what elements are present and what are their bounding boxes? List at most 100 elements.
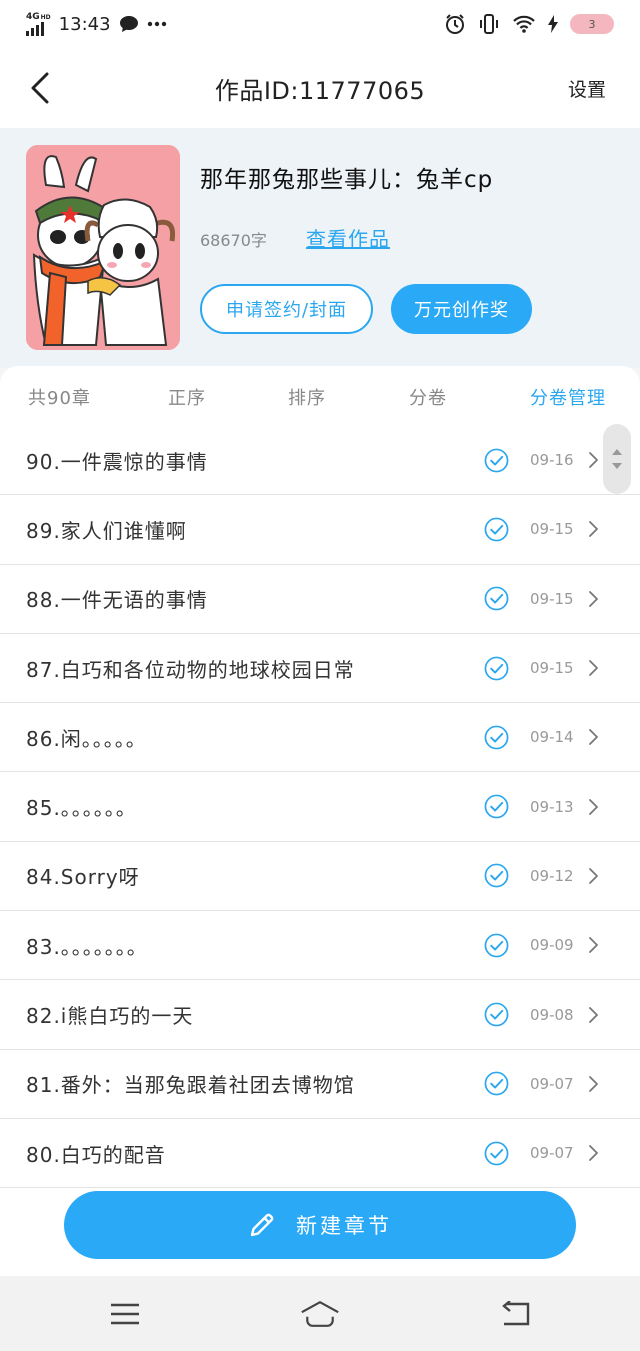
home-icon [301, 1301, 339, 1327]
chapter-list: 90.一件震惊的事情 09-16 89.家人们谁懂啊 09-15 88.一件无语的事情 0… [0, 426, 640, 1189]
chevron-right-icon [589, 1075, 598, 1092]
chapter-title: 80.白巧的配音 [26, 1142, 166, 1167]
system-nav-bar [0, 1276, 640, 1351]
chevron-right-icon [589, 452, 598, 469]
back-arrow-icon [31, 72, 49, 104]
tab-volume[interactable]: 分卷 [409, 384, 447, 410]
battery-level: 3 [588, 17, 596, 31]
chapter-row[interactable]: 86.闲。。。。。 09-14 [0, 703, 640, 773]
chapter-row[interactable]: 85.。。。。。。 09-13 [0, 772, 640, 842]
chapter-date: 09-08 [530, 1005, 574, 1024]
caret-up-icon [612, 449, 622, 455]
wifi-icon [513, 15, 535, 33]
chapter-row[interactable]: 84.Sorry呀 09-12 [0, 842, 640, 912]
chapter-list-panel: 共90章 正序 排序 分卷 分卷管理 90.一件震惊的事情 09-16 89.家人们… [0, 366, 640, 1276]
list-toolbar: 共90章 正序 排序 分卷 分卷管理 [0, 366, 640, 426]
back-button[interactable] [22, 70, 58, 106]
chapter-row[interactable]: 90.一件震惊的事情 09-16 [0, 426, 640, 496]
chapter-title: 88.一件无语的事情 [26, 588, 208, 613]
return-icon [502, 1301, 530, 1326]
settings-button[interactable]: 设置 [568, 75, 606, 102]
apply-sign-cover-button[interactable]: 申请签约/封面 [200, 284, 373, 334]
nav-back-button[interactable] [495, 1298, 535, 1330]
chat-bubble-icon [119, 16, 138, 32]
chapter-date: 09-15 [530, 589, 574, 608]
nav-menu-button[interactable] [105, 1298, 145, 1330]
chapter-date: 09-13 [530, 797, 574, 816]
cover-image[interactable] [26, 145, 180, 350]
tab-order[interactable]: 正序 [168, 384, 206, 410]
published-check-icon [484, 725, 509, 750]
published-check-icon [484, 1071, 509, 1096]
published-check-icon [484, 863, 509, 888]
chapter-row[interactable]: 89.家人们谁懂啊 09-15 [0, 495, 640, 565]
work-title: 那年那兔那些事儿：兔羊cp [200, 167, 494, 193]
battery-icon: 3 [570, 14, 614, 34]
header: 作品ID:11777065 设置 [0, 48, 640, 128]
chapter-title: 89.家人们谁懂啊 [26, 518, 187, 543]
chapter-count: 共90章 [28, 388, 91, 409]
chapter-row[interactable]: 87.白巧和各位动物的地球校园日常 09-15 [0, 634, 640, 704]
chapter-row[interactable]: 88.一件无语的事情 09-15 [0, 565, 640, 634]
chapter-row[interactable]: 83.。。。。。。。 09-09 [0, 911, 640, 981]
menu-icon [111, 1303, 139, 1325]
chevron-right-icon [589, 729, 598, 746]
chevron-right-icon [589, 798, 598, 815]
new-chapter-label: 新建章节 [296, 1214, 392, 1238]
chapter-row[interactable]: 81.番外：当那兔跟着社团去博物馆 09-07 [0, 1050, 640, 1119]
chapter-title: 82.i熊白巧的一天 [26, 1004, 194, 1029]
chapter-date: 09-15 [530, 520, 574, 539]
published-check-icon [484, 656, 509, 680]
tab-sort[interactable]: 排序 [288, 384, 326, 410]
tab-volume-manage[interactable]: 分卷管理 [530, 384, 606, 410]
pencil-icon [250, 1213, 274, 1237]
status-left: 4G HD 13:43 [26, 11, 167, 36]
published-check-icon [484, 586, 509, 611]
published-check-icon [484, 1002, 509, 1027]
status-right: 3 [444, 13, 614, 35]
chapter-title: 86.闲。。。。。 [26, 726, 147, 751]
caret-down-icon [612, 463, 622, 469]
chevron-right-icon [589, 1145, 598, 1162]
work-info: 那年那兔那些事儿：兔羊cp 68670字 查看作品 申请签约/封面 万元创作奖 [0, 128, 640, 368]
alarm-icon [446, 14, 464, 34]
chapter-row[interactable]: 82.i熊白巧的一天 09-08 [0, 980, 640, 1050]
chapter-title: 85.。。。。。。 [26, 796, 137, 821]
status-time: 13:43 [58, 13, 111, 35]
chapter-date: 09-15 [530, 659, 574, 678]
signal-icon: 4G HD [26, 11, 51, 36]
cover-illustration [26, 145, 180, 350]
nav-home-button[interactable] [300, 1298, 340, 1330]
word-count: 68670字 [200, 231, 267, 250]
creation-award-button[interactable]: 万元创作奖 [391, 284, 532, 334]
view-work-link[interactable]: 查看作品 [306, 223, 390, 252]
chapter-title: 84.Sorry呀 [26, 865, 140, 890]
fast-scroll-handle[interactable] [603, 424, 631, 494]
chapter-date: 09-12 [530, 866, 574, 885]
published-check-icon [484, 794, 509, 819]
more-dots-icon [147, 21, 166, 27]
network-label: 4G [26, 11, 40, 22]
chevron-right-icon [589, 1006, 598, 1023]
chevron-right-icon [589, 937, 598, 954]
chapter-date: 09-09 [530, 936, 574, 955]
status-bar: 4G HD 13:43 3 [0, 0, 640, 48]
chapter-date: 09-14 [530, 728, 574, 747]
chapter-date: 09-16 [530, 451, 574, 470]
chevron-right-icon [589, 868, 598, 884]
chevron-right-icon [589, 521, 598, 538]
chapter-title: 90.一件震惊的事情 [26, 449, 208, 474]
chevron-right-icon [589, 660, 598, 676]
published-check-icon [484, 517, 509, 542]
chevron-right-icon [589, 590, 598, 607]
vibrate-icon [480, 14, 498, 34]
charging-icon [548, 15, 558, 33]
new-chapter-button[interactable]: 新建章节 [64, 1191, 576, 1259]
chapter-date: 09-07 [530, 1144, 574, 1163]
published-check-icon [484, 448, 509, 473]
chapter-row[interactable]: 80.白巧的配音 09-07 [0, 1119, 640, 1189]
published-check-icon [484, 933, 509, 958]
chapter-date: 09-07 [530, 1074, 574, 1093]
chapter-title: 83.。。。。。。。 [26, 934, 148, 959]
chapter-title: 81.番外：当那兔跟着社团去博物馆 [26, 1073, 355, 1098]
